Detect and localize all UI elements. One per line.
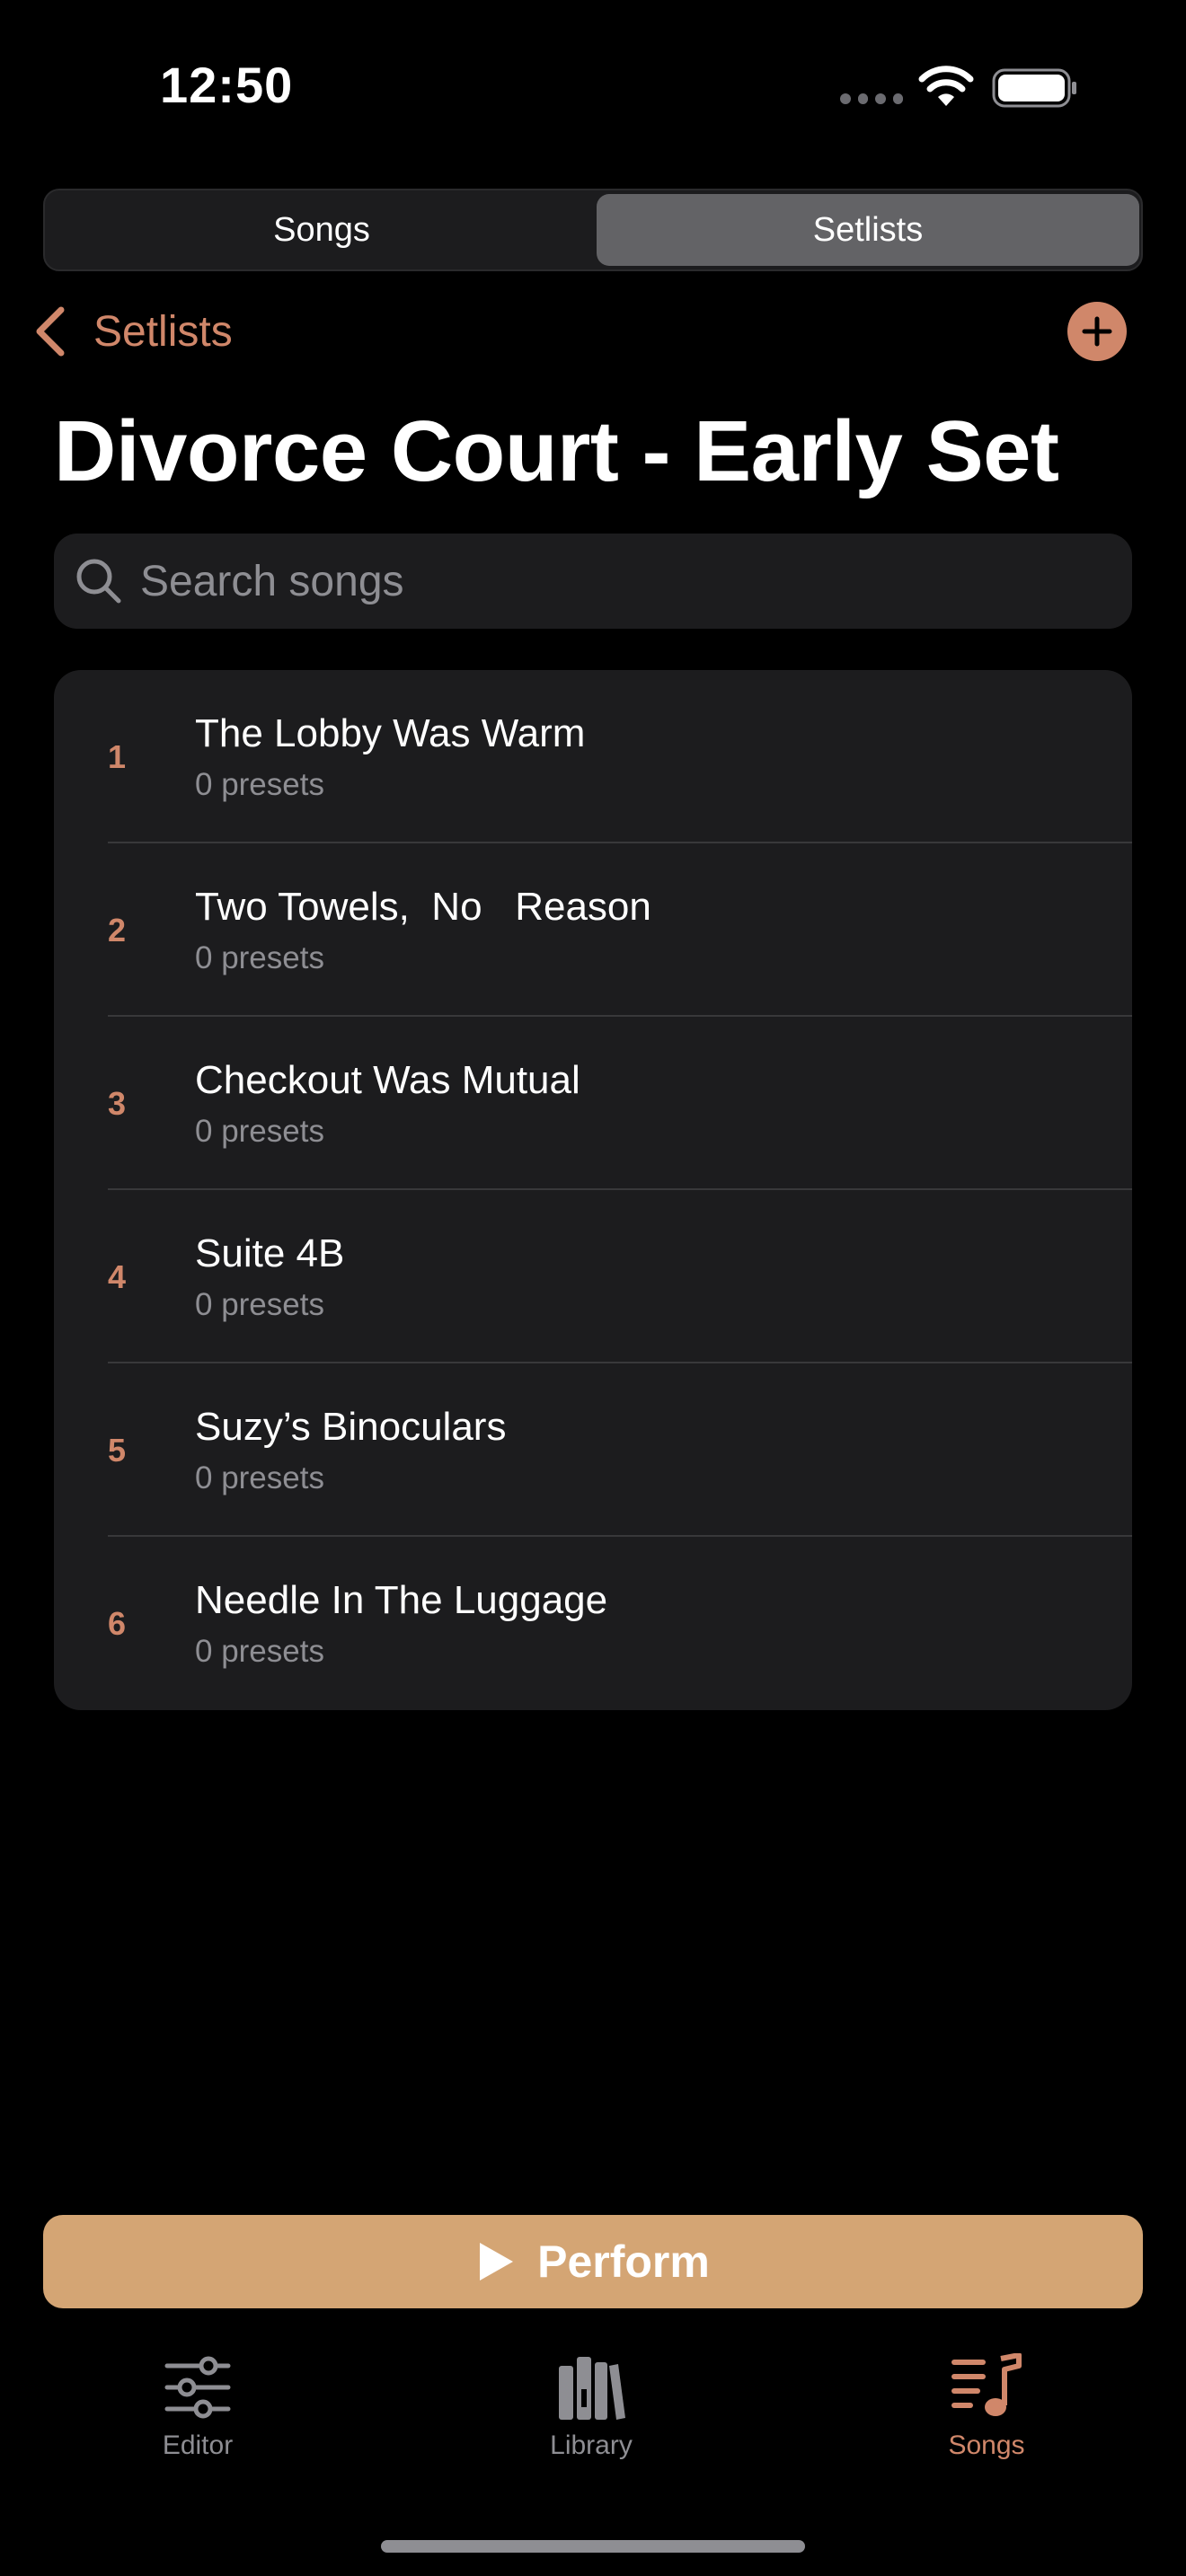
add-song-button[interactable] bbox=[1067, 302, 1127, 361]
plus-icon bbox=[1082, 316, 1112, 347]
perform-button[interactable]: Perform bbox=[43, 2215, 1143, 2308]
song-name: The Lobby Was Warm bbox=[195, 711, 586, 755]
tab-editor[interactable]: Editor bbox=[90, 2353, 305, 2461]
list-item[interactable]: 4 Suite 4B 0 presets bbox=[54, 1190, 1132, 1363]
signal-dots-icon bbox=[840, 93, 903, 106]
list-item[interactable]: 5 Suzy’s Binoculars 0 presets bbox=[54, 1363, 1132, 1537]
back-label: Setlists bbox=[93, 307, 233, 356]
list-item[interactable]: 2 Two Towels, No Reason 0 presets bbox=[54, 843, 1132, 1017]
song-number: 3 bbox=[108, 1084, 127, 1122]
search-input[interactable] bbox=[140, 556, 1084, 606]
song-number: 6 bbox=[108, 1604, 127, 1642]
tab-songs[interactable]: Songs bbox=[879, 2353, 1094, 2461]
search-icon bbox=[76, 559, 121, 604]
song-presets-count: 0 presets bbox=[195, 940, 324, 975]
song-presets-count: 0 presets bbox=[195, 767, 324, 802]
home-indicator bbox=[381, 2540, 805, 2553]
status-bar: 12:50 bbox=[0, 0, 1186, 171]
list-item[interactable]: 6 Needle In The Luggage 0 presets bbox=[54, 1537, 1132, 1710]
song-number: 1 bbox=[108, 737, 127, 775]
song-number: 4 bbox=[108, 1257, 127, 1295]
chevron-left-icon bbox=[36, 306, 65, 357]
setlist-songs-list: 1 The Lobby Was Warm 0 presets 2 Two Tow… bbox=[54, 670, 1132, 1710]
song-name: Checkout Was Mutual bbox=[195, 1058, 580, 1102]
song-presets-count: 0 presets bbox=[195, 1287, 324, 1322]
list-item[interactable]: 1 The Lobby Was Warm 0 presets bbox=[54, 670, 1132, 843]
search-bar[interactable] bbox=[54, 534, 1132, 629]
play-icon bbox=[480, 2243, 514, 2280]
song-presets-count: 0 presets bbox=[195, 1634, 324, 1669]
perform-label: Perform bbox=[537, 2236, 710, 2287]
tab-songs-label: Songs bbox=[948, 2430, 1025, 2460]
song-name: Needle In The Luggage bbox=[195, 1578, 608, 1622]
tab-editor-label: Editor bbox=[162, 2430, 234, 2460]
page-title: Divorce Court - Early Set bbox=[54, 403, 1059, 499]
songs-setlists-segmented-control: Songs Setlists bbox=[43, 189, 1143, 271]
books-icon bbox=[559, 2357, 625, 2420]
song-presets-count: 0 presets bbox=[195, 1114, 324, 1149]
song-presets-count: 0 presets bbox=[195, 1460, 324, 1495]
segment-setlists[interactable]: Setlists bbox=[597, 194, 1139, 266]
list-item[interactable]: 3 Checkout Was Mutual 0 presets bbox=[54, 1017, 1132, 1190]
wifi-icon bbox=[918, 66, 974, 106]
status-time: 12:50 bbox=[160, 57, 294, 113]
segment-songs[interactable]: Songs bbox=[50, 194, 593, 266]
song-name: Suzy’s Binoculars bbox=[195, 1405, 507, 1449]
tab-library[interactable]: Library bbox=[483, 2353, 699, 2461]
song-name: Two Towels, No Reason bbox=[195, 885, 651, 929]
music-list-icon bbox=[951, 2353, 1022, 2416]
battery-icon bbox=[992, 68, 1076, 108]
sliders-icon bbox=[164, 2356, 231, 2419]
tab-library-label: Library bbox=[550, 2430, 633, 2460]
song-number: 5 bbox=[108, 1431, 127, 1469]
song-name: Suite 4B bbox=[195, 1231, 345, 1275]
song-number: 2 bbox=[108, 911, 127, 948]
back-button[interactable]: Setlists bbox=[32, 300, 233, 363]
tab-bar: Editor Library Songs bbox=[0, 2353, 1186, 2497]
